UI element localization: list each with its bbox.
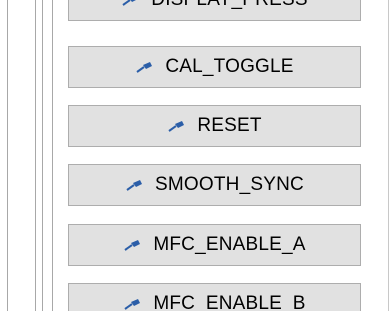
pin-icon: [122, 0, 137, 6]
command-button-list: DISPLAY_PRESS CAL_TOGGLE RESET SMOOTH_SY…: [68, 0, 361, 311]
button-label: MFC_ENABLE_B: [153, 293, 306, 311]
button-label: CAL_TOGGLE: [165, 56, 294, 77]
button-label: MFC_ENABLE_A: [153, 234, 306, 255]
pin-icon: [124, 299, 141, 310]
pin-icon: [136, 62, 153, 73]
mfc-enable-b-button[interactable]: MFC_ENABLE_B: [68, 283, 361, 311]
divider-line: [388, 0, 389, 311]
divider-line: [42, 0, 43, 311]
divider-line: [35, 0, 36, 311]
button-label: DISPLAY_PRESS: [151, 0, 307, 11]
divider-line: [7, 0, 8, 311]
button-label: RESET: [197, 115, 262, 136]
pin-icon: [126, 180, 143, 191]
mfc-enable-a-button[interactable]: MFC_ENABLE_A: [68, 224, 361, 266]
button-label: SMOOTH_SYNC: [155, 174, 304, 195]
pin-icon: [168, 121, 185, 132]
display-press-button[interactable]: DISPLAY_PRESS: [68, 0, 361, 21]
panel-frame: DISPLAY_PRESS CAL_TOGGLE RESET SMOOTH_SY…: [0, 0, 390, 311]
reset-button[interactable]: RESET: [68, 105, 361, 147]
pin-icon: [124, 240, 141, 251]
divider-line: [52, 0, 53, 311]
smooth-sync-button[interactable]: SMOOTH_SYNC: [68, 164, 361, 206]
cal-toggle-button[interactable]: CAL_TOGGLE: [68, 46, 361, 88]
